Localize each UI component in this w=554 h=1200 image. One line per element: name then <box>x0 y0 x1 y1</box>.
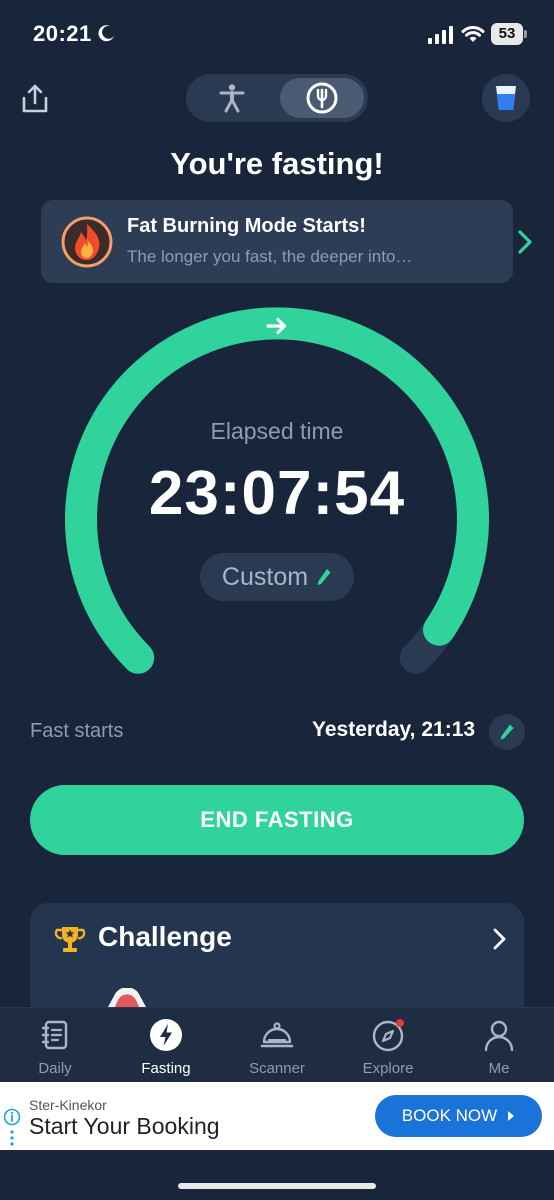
water-button[interactable] <box>482 74 530 122</box>
mode-toggle <box>186 74 368 122</box>
pencil-icon <box>317 569 331 585</box>
plate-fork-icon <box>306 82 338 114</box>
tab-label: Scanner <box>249 1060 305 1077</box>
notification-badge <box>396 1019 404 1027</box>
ad-sponsor: Ster-Kinekor <box>29 1097 107 1113</box>
person-icon <box>484 1020 514 1052</box>
chevron-right-icon <box>493 928 506 950</box>
moon-icon <box>98 25 114 42</box>
tab-fasting[interactable]: Fasting <box>111 1008 221 1083</box>
fat-burning-banner[interactable]: Fat Burning Mode Starts! The longer you … <box>41 200 532 283</box>
tab-bar: Daily Fasting Scanner Explore Me <box>0 1007 554 1082</box>
page-title: You're fasting! <box>170 146 384 181</box>
signal-icon <box>428 26 453 44</box>
journal-icon <box>41 1020 68 1050</box>
fasting-plan-label: Custom <box>221 562 309 591</box>
play-arrow-icon <box>508 1111 515 1121</box>
fast-starts-label: Fast starts <box>30 720 124 742</box>
mode-activity[interactable] <box>190 78 274 118</box>
flame-icon <box>61 216 113 268</box>
water-glass-icon <box>496 86 516 110</box>
person-figure-icon <box>219 84 245 113</box>
end-fasting-button[interactable]: END FASTING <box>30 785 524 855</box>
pencil-icon <box>500 724 514 740</box>
status-bar: 20:21 53 <box>0 0 554 66</box>
wifi-icon <box>461 26 485 42</box>
elapsed-time: 23:07:54 <box>148 459 406 528</box>
trophy-icon <box>54 927 86 952</box>
ad-cta-label: BOOK NOW <box>401 1106 498 1125</box>
ad-book-now-button[interactable]: BOOK NOW <box>375 1095 542 1137</box>
banner-title: Fat Burning Mode Starts! <box>127 215 366 237</box>
lightning-icon <box>150 1019 182 1051</box>
edit-start-button[interactable] <box>489 714 525 750</box>
tab-label: Explore <box>362 1060 414 1077</box>
fasting-plan-button[interactable]: Custom <box>200 553 354 601</box>
fast-starts-value: Yesterday, 21:13 <box>312 718 476 741</box>
battery-level: 53 <box>498 25 516 42</box>
chevron-right-icon <box>518 230 532 254</box>
banner-subtitle: The longer you fast, the deeper into… <box>127 247 413 266</box>
tab-label: Me <box>488 1060 510 1077</box>
elapsed-label: Elapsed time <box>210 418 344 444</box>
tab-explore[interactable]: Explore <box>333 1008 443 1083</box>
cloche-icon <box>260 1022 294 1048</box>
challenge-title: Challenge <box>98 921 232 952</box>
share-icon[interactable] <box>18 82 52 116</box>
tab-daily[interactable]: Daily <box>0 1008 110 1083</box>
tab-label: Fasting <box>141 1060 191 1077</box>
tab-me[interactable]: Me <box>444 1008 554 1083</box>
home-indicator[interactable] <box>178 1183 376 1189</box>
info-icon[interactable] <box>3 1108 21 1146</box>
tab-scanner[interactable]: Scanner <box>222 1008 332 1083</box>
battery-icon: 53 <box>491 23 527 45</box>
status-time: 20:21 <box>33 21 92 46</box>
mode-fasting[interactable] <box>280 78 364 118</box>
ad-headline: Start Your Booking <box>29 1113 220 1139</box>
tab-label: Daily <box>38 1060 72 1077</box>
compass-icon <box>372 1019 404 1052</box>
